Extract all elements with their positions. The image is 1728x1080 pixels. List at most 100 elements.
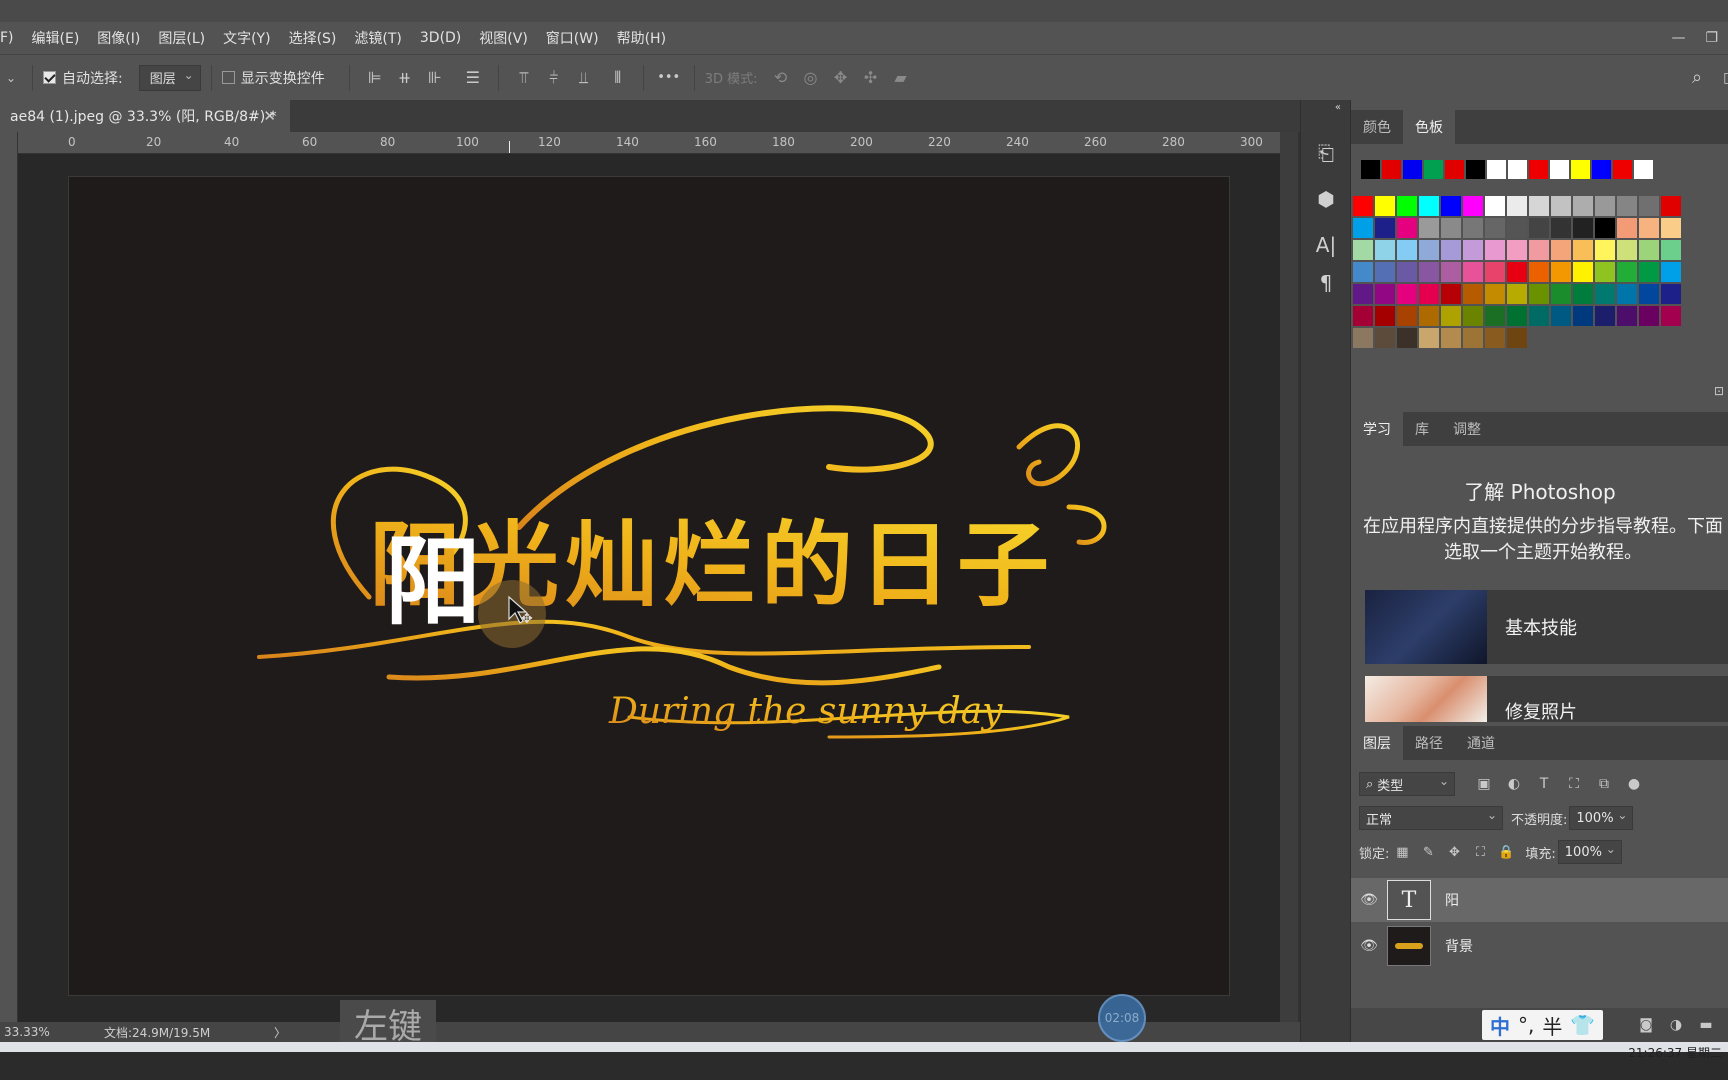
menu-edit[interactable]: 编辑(E) xyxy=(23,28,89,48)
lock-artboard-icon[interactable]: ⛶ xyxy=(1467,837,1493,867)
recent-swatch[interactable] xyxy=(1466,160,1485,179)
swatch[interactable] xyxy=(1485,262,1505,282)
filter-toggle-icon[interactable]: ● xyxy=(1619,769,1649,799)
swatch[interactable] xyxy=(1485,328,1505,348)
swatch[interactable] xyxy=(1617,306,1637,326)
3d-orbit-icon[interactable]: ⟲ xyxy=(766,63,796,93)
swatch[interactable] xyxy=(1595,196,1615,216)
menu-window[interactable]: 窗口(W) xyxy=(537,28,608,48)
layer-name[interactable]: 阳 xyxy=(1445,890,1459,910)
swatch[interactable] xyxy=(1375,218,1395,238)
ime-toolbar[interactable]: 中 °, 半 👕 xyxy=(1482,1010,1604,1040)
tab-channels[interactable]: 通道 xyxy=(1455,726,1507,760)
swatch[interactable] xyxy=(1551,262,1571,282)
swatch[interactable] xyxy=(1529,262,1549,282)
layer-filter-dropdown[interactable]: ⌕ 类型 xyxy=(1359,772,1455,796)
layer-row-text[interactable]: 👁 T 阳 xyxy=(1351,878,1728,922)
swatch[interactable] xyxy=(1397,196,1417,216)
swatch[interactable] xyxy=(1463,240,1483,260)
swatch[interactable] xyxy=(1551,306,1571,326)
learn-card-fix-photos[interactable]: 修复照片 xyxy=(1365,676,1728,722)
menu-select[interactable]: 选择(S) xyxy=(280,28,346,48)
swatch[interactable] xyxy=(1551,218,1571,238)
lock-position-icon[interactable]: ✥ xyxy=(1441,837,1467,867)
swatch[interactable] xyxy=(1573,262,1593,282)
swatch[interactable] xyxy=(1617,196,1637,216)
swatch[interactable] xyxy=(1375,262,1395,282)
menu-layer[interactable]: 图层(L) xyxy=(149,28,214,48)
tab-libraries[interactable]: 库 xyxy=(1403,412,1441,446)
swatch[interactable] xyxy=(1529,218,1549,238)
lock-paint-icon[interactable]: ✎ xyxy=(1415,837,1441,867)
search-icon[interactable]: ⌕ xyxy=(1682,63,1712,93)
tool-preset-chevron-icon[interactable]: ⌄ xyxy=(0,63,22,93)
collapse-icon[interactable]: « xyxy=(1301,100,1351,114)
swatch[interactable] xyxy=(1595,240,1615,260)
artwork-text-layer[interactable]: 阳 xyxy=(385,526,481,638)
menu-3d[interactable]: 3D(D) xyxy=(411,30,470,46)
swatch[interactable] xyxy=(1375,306,1395,326)
new-group-icon[interactable]: ▬ xyxy=(1691,1010,1721,1040)
swatch[interactable] xyxy=(1661,196,1681,216)
swatch[interactable] xyxy=(1507,328,1527,348)
swatch[interactable] xyxy=(1485,284,1505,304)
swatch[interactable] xyxy=(1419,218,1439,238)
tab-learn[interactable]: 学习 xyxy=(1351,412,1403,446)
swatch[interactable] xyxy=(1441,306,1461,326)
swatch[interactable] xyxy=(1661,284,1681,304)
3d-camera-icon[interactable]: ▰ xyxy=(886,63,916,93)
menu-filter[interactable]: 滤镜(T) xyxy=(345,28,410,48)
swatch[interactable] xyxy=(1375,284,1395,304)
swatch[interactable] xyxy=(1485,196,1505,216)
swatch[interactable] xyxy=(1507,196,1527,216)
swatch[interactable] xyxy=(1617,284,1637,304)
tab-swatches[interactable]: 色板 xyxy=(1403,110,1455,144)
swatch[interactable] xyxy=(1441,196,1461,216)
recent-swatch[interactable] xyxy=(1571,160,1590,179)
swatch[interactable] xyxy=(1595,306,1615,326)
align-bottom-icon[interactable]: ⫫ xyxy=(569,63,599,93)
swatch[interactable] xyxy=(1419,240,1439,260)
swatch[interactable] xyxy=(1463,196,1483,216)
swatch[interactable] xyxy=(1463,306,1483,326)
swatch[interactable] xyxy=(1353,328,1373,348)
swatch[interactable] xyxy=(1639,284,1659,304)
swatch[interactable] xyxy=(1573,240,1593,260)
swatch[interactable] xyxy=(1507,306,1527,326)
tab-paths[interactable]: 路径 xyxy=(1403,726,1455,760)
swatch[interactable] xyxy=(1529,284,1549,304)
swatch[interactable] xyxy=(1661,240,1681,260)
recent-swatch[interactable] xyxy=(1487,160,1506,179)
swatch[interactable] xyxy=(1551,284,1571,304)
swatch[interactable] xyxy=(1353,306,1373,326)
swatch[interactable] xyxy=(1419,306,1439,326)
swatch[interactable] xyxy=(1419,196,1439,216)
paragraph-panel-icon[interactable]: ¶ xyxy=(1301,264,1351,302)
show-transform-checkbox[interactable] xyxy=(221,71,235,84)
recent-swatch[interactable] xyxy=(1424,160,1443,179)
swatch[interactable] xyxy=(1463,262,1483,282)
lock-transparent-icon[interactable]: ▦ xyxy=(1389,837,1415,867)
filter-adjustment-icon[interactable]: ◐ xyxy=(1499,769,1529,799)
swatch[interactable] xyxy=(1639,218,1659,238)
new-fill-layer-icon[interactable]: ◑ xyxy=(1661,1010,1691,1040)
swatch[interactable] xyxy=(1617,240,1637,260)
3d-roll-icon[interactable]: ◎ xyxy=(796,63,826,93)
swatch[interactable] xyxy=(1419,328,1439,348)
auto-select-checkbox[interactable] xyxy=(43,71,56,84)
swatch[interactable] xyxy=(1463,218,1483,238)
swatch[interactable] xyxy=(1353,240,1373,260)
swatch[interactable] xyxy=(1441,262,1461,282)
history-icon[interactable]: ⎗ xyxy=(1301,134,1351,172)
artboard[interactable]: 阳光灿烂的日子 阳 During the sunny day ✥ xyxy=(68,176,1230,996)
character-panel-icon[interactable]: A| xyxy=(1301,226,1351,264)
swatch[interactable] xyxy=(1353,262,1373,282)
swatch[interactable] xyxy=(1375,196,1395,216)
swatch[interactable] xyxy=(1441,328,1461,348)
align-right-icon[interactable]: ⊪ xyxy=(420,63,450,93)
swatch[interactable] xyxy=(1639,306,1659,326)
tab-color[interactable]: 颜色 xyxy=(1351,110,1403,144)
distribute-h-icon[interactable]: ☰ xyxy=(458,63,488,93)
restore-icon[interactable]: ❐ xyxy=(1695,30,1728,46)
menu-image[interactable]: 图像(I) xyxy=(88,28,149,48)
